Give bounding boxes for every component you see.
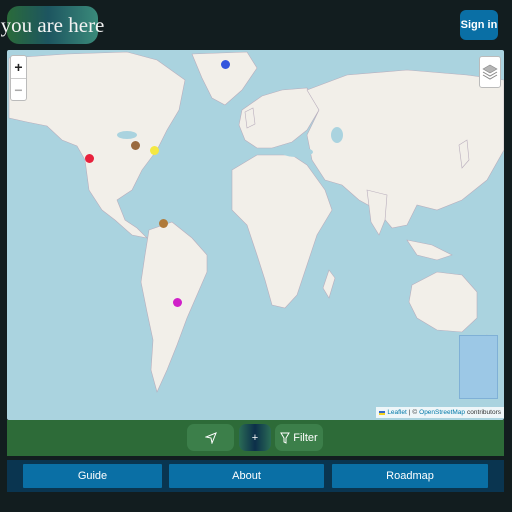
map-toolbar: + Filter <box>7 420 504 456</box>
marker-venezuela[interactable] <box>159 219 168 228</box>
ukraine-flag-icon <box>379 410 386 415</box>
india <box>366 189 388 236</box>
navigation-arrow-icon <box>204 431 217 444</box>
map-attribution: Leaflet | © OpenStreetMap contributors <box>376 407 504 418</box>
filter-button[interactable]: Filter <box>275 424 323 451</box>
madagascar <box>322 269 336 299</box>
funnel-icon <box>280 432 291 444</box>
asia <box>306 69 504 229</box>
south-america <box>140 221 208 393</box>
north-america <box>8 51 186 239</box>
app-header: you are here Sign in <box>0 0 512 50</box>
filter-label: Filter <box>293 431 318 444</box>
marker-paraguay[interactable] <box>173 298 182 307</box>
app-logo[interactable]: you are here <box>1 6 104 44</box>
minimap-panel[interactable] <box>459 335 498 399</box>
osm-link[interactable]: OpenStreetMap <box>419 409 465 416</box>
marker-east-coast[interactable] <box>150 146 159 155</box>
leaflet-link[interactable]: Leaflet <box>387 409 407 416</box>
bottom-nav: Guide About Roadmap <box>7 460 504 492</box>
zoom-control: + − <box>10 55 27 101</box>
layers-icon <box>482 64 498 80</box>
zoom-in-button[interactable]: + <box>11 56 26 78</box>
zoom-out-button[interactable]: − <box>11 78 26 100</box>
marker-great-lakes[interactable] <box>131 141 140 150</box>
layers-button[interactable] <box>479 56 501 88</box>
australia <box>408 271 478 333</box>
marker-greenland[interactable] <box>221 60 230 69</box>
map-tiles <box>8 51 504 393</box>
sign-in-button[interactable]: Sign in <box>460 10 498 40</box>
indonesia <box>406 239 453 261</box>
marker-california[interactable] <box>85 154 94 163</box>
world-map[interactable]: + − Leaflet | © OpenStreetMap contributo… <box>7 50 504 420</box>
nav-roadmap-button[interactable]: Roadmap <box>332 464 488 488</box>
nav-about-button[interactable]: About <box>169 464 324 488</box>
locate-button[interactable] <box>187 424 234 451</box>
nav-guide-button[interactable]: Guide <box>23 464 162 488</box>
add-location-button[interactable]: + <box>239 424 271 451</box>
africa <box>231 154 333 309</box>
british-isles <box>244 107 256 129</box>
attribution-separator: | © <box>408 409 418 416</box>
attribution-suffix: contributors <box>467 409 501 416</box>
